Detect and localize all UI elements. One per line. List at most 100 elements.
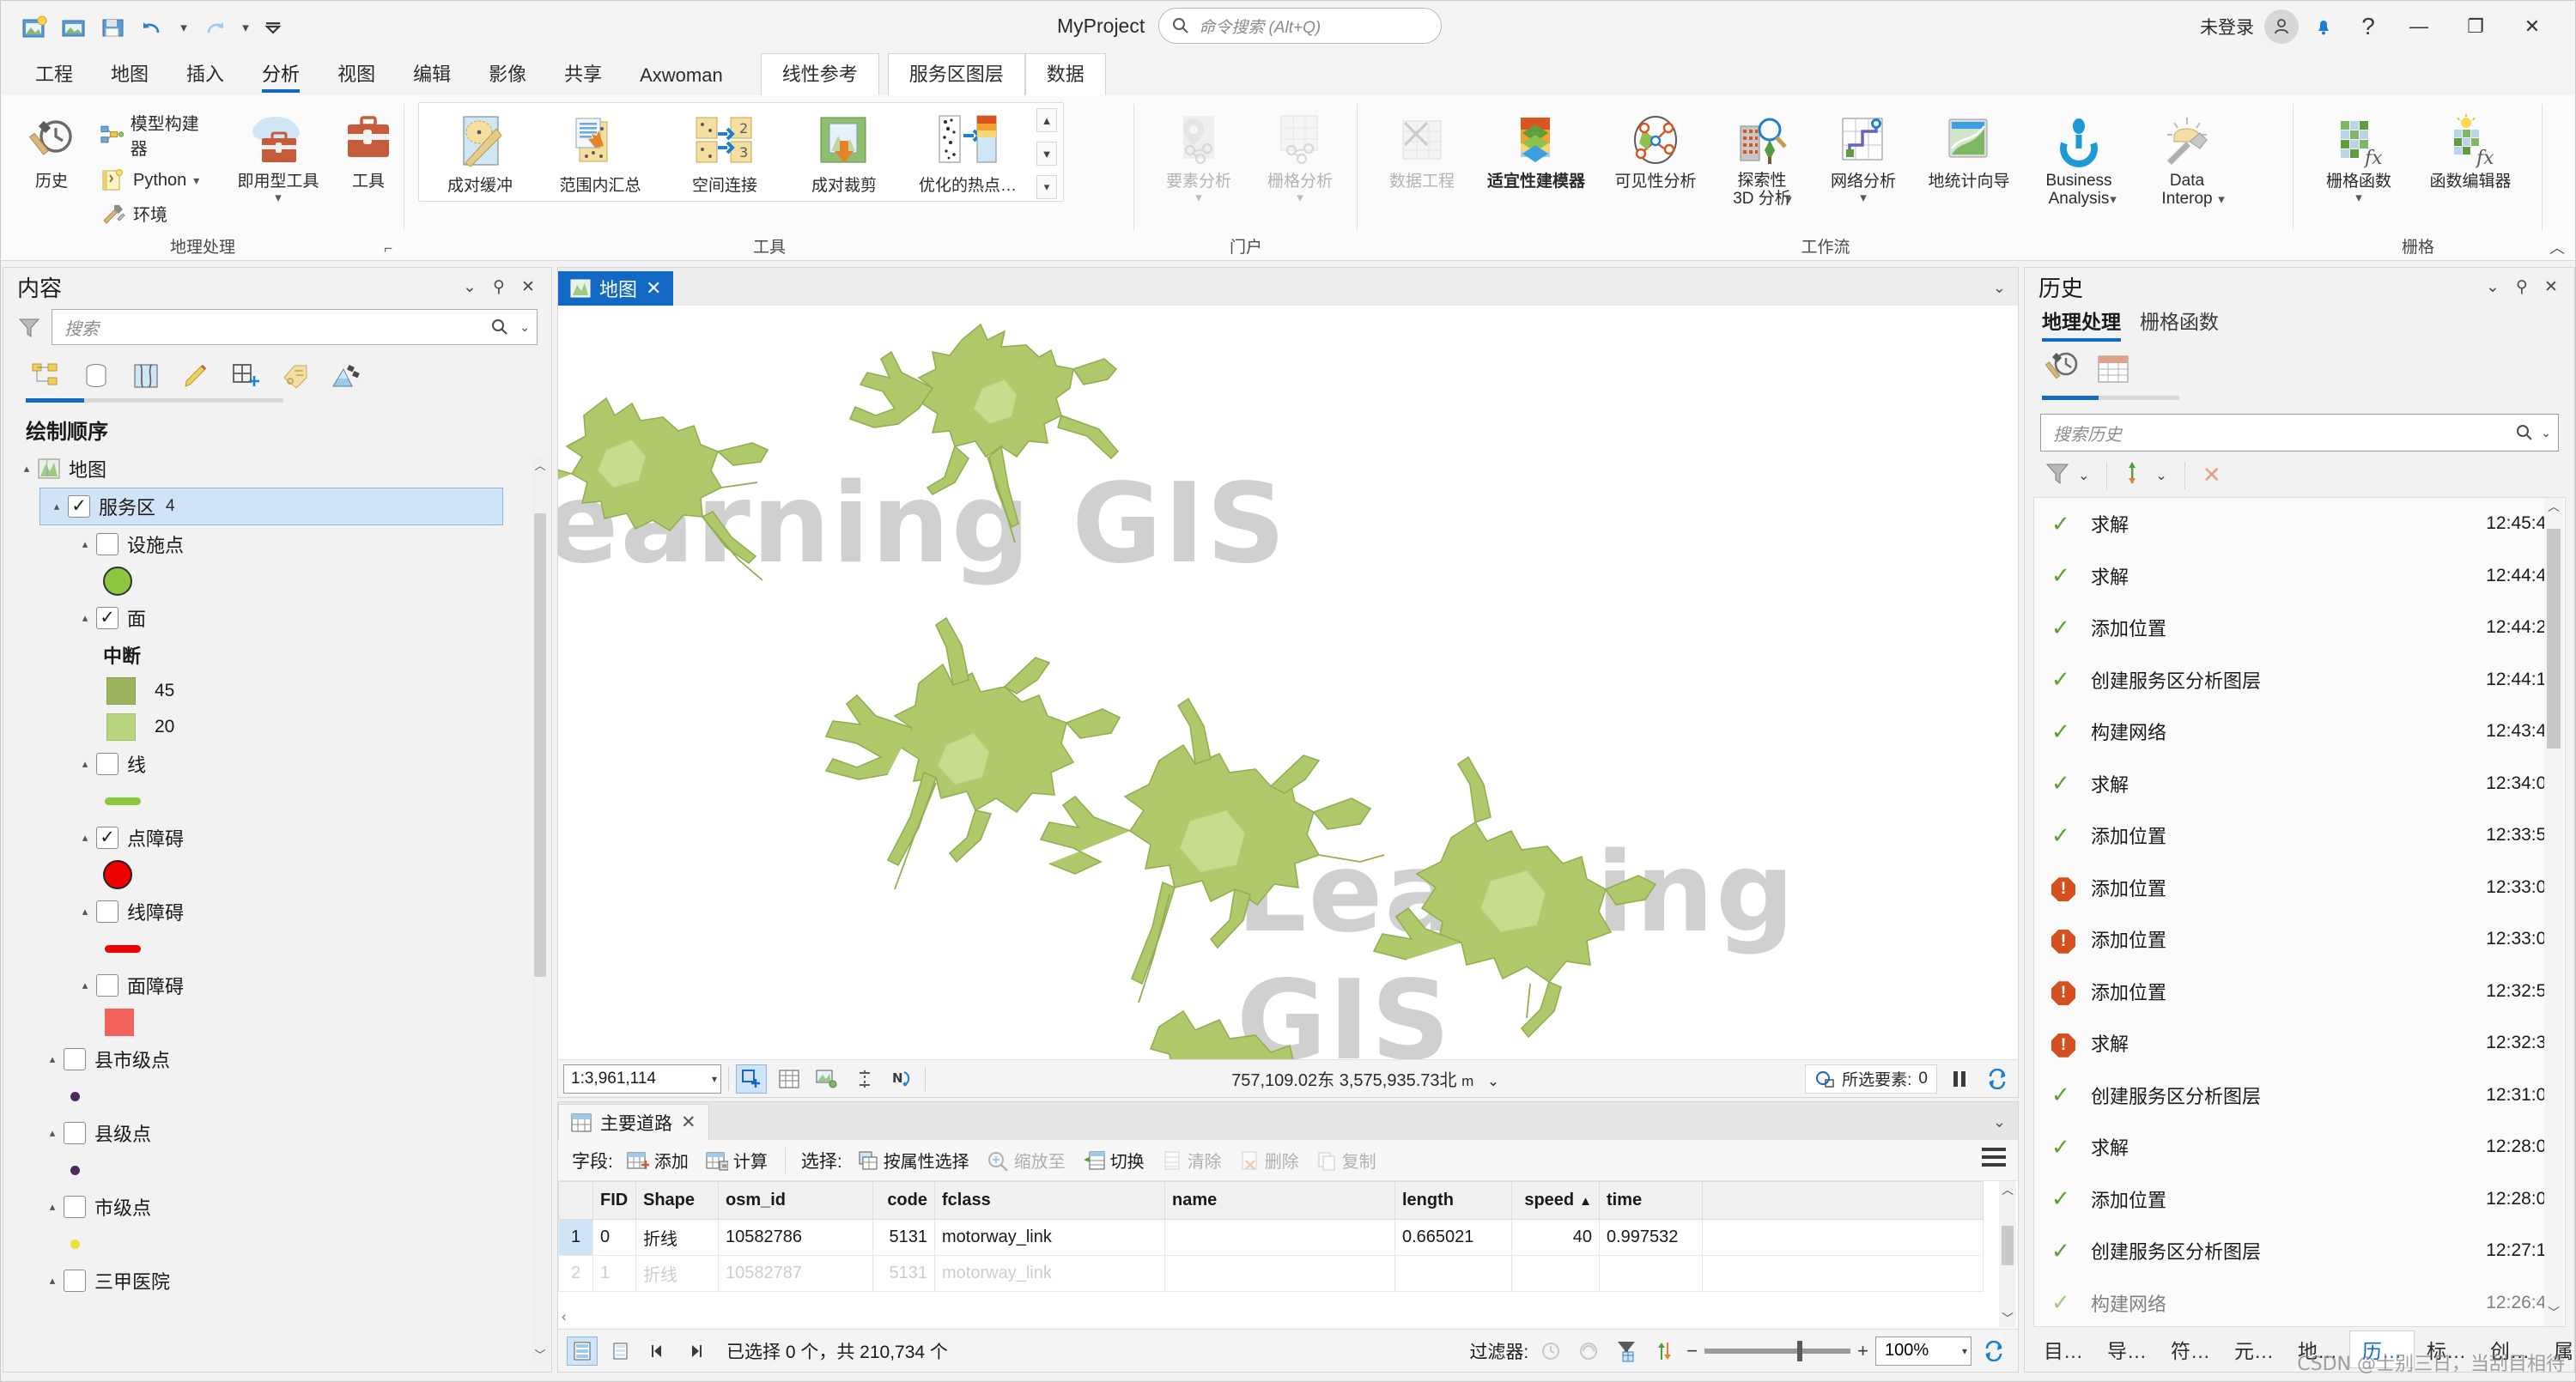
close-button[interactable]: ✕ [2506,6,2558,47]
toc-item-lines[interactable]: ▴ 线 [10,745,551,783]
zoom-level-dropdown-icon[interactable]: ▾ [1962,1345,1967,1357]
history-item[interactable]: ! 添加位置 12:33:08 [2034,862,2565,914]
toc-item-point-barriers[interactable]: ▴ ✓ 点障碍 [10,819,551,857]
zoom-to-selection-button[interactable]: 缩放至 [980,1145,1072,1175]
python-button[interactable]: Python ▾ [94,166,214,195]
gallery-expand-icon[interactable]: ▾ [1036,175,1057,199]
dock-tab-catalog[interactable]: 目… [2032,1331,2095,1367]
history-item[interactable]: ! 求解 12:32:36 [2034,1017,2565,1070]
exploratory-3d-analysis-dropdown-icon[interactable]: ▾ [1785,193,1792,206]
dock-tab-navigation[interactable]: 导… [2095,1331,2159,1367]
history-panel-menu-icon[interactable]: ⌄ [2478,272,2507,301]
suitability-modeler-button[interactable]: 适宜性建模器 [1473,100,1600,191]
cell-fclass[interactable]: motorway_link [934,1255,1165,1292]
toc-checkbox-lines[interactable] [96,753,118,775]
expander-icon[interactable]: ▴ [74,979,96,992]
feature-analysis-button[interactable]: 要素分析 ▾ [1148,100,1249,204]
clear-selection-button[interactable]: 清除 [1155,1145,1229,1175]
column-header-speed[interactable]: speed ▲ [1511,1181,1600,1220]
toc-item-county-city-points[interactable]: ▴ 县市级点 [10,1040,551,1078]
attribute-table-menu-icon[interactable] [1982,1148,2006,1171]
map-scale-dropdown-icon[interactable]: ▾ [712,1073,717,1085]
toc-item-city-points[interactable]: ▴ 市级点 [10,1188,551,1226]
ready-to-use-tools-dropdown-icon[interactable]: ▾ [275,191,282,204]
column-header-length[interactable]: length [1394,1181,1512,1220]
cell-osmid[interactable]: 10582786 [718,1219,873,1256]
business-analysis-button[interactable]: Business Analysis ▾ [2024,100,2134,208]
switch-selection-button[interactable]: 切换 [1076,1145,1151,1175]
environments-button[interactable]: 环境 [94,198,214,228]
toc-item-line-barriers[interactable]: ▴ 线障碍 [10,893,551,930]
feature-analysis-dropdown-icon[interactable]: ▾ [1195,191,1202,204]
attribute-table-tab-close-icon[interactable]: ✕ [681,1112,696,1133]
cell-length[interactable] [1394,1255,1512,1292]
data-interop-button[interactable]: Data Interop ▾ [2134,100,2240,208]
list-by-labeling-icon[interactable] [276,357,314,395]
history-item[interactable]: ✓ 求解 12:45:40 [2034,498,2565,550]
toc-checkbox-service-area[interactable]: ✓ [68,495,90,518]
list-by-drawing-order-icon[interactable] [27,357,65,395]
expander-icon[interactable]: ▴ [41,1274,64,1288]
raster-functions-button[interactable]: fx 栅格函数 ▾ [2307,100,2410,204]
cell-fid[interactable]: 0 [592,1219,636,1256]
pairwise-buffer-button[interactable]: 成对缓冲 [424,105,536,196]
model-builder-button[interactable]: 模型构建器 [94,107,214,162]
column-header-name[interactable]: name [1164,1181,1395,1220]
tab-raster-functions[interactable]: 栅格函数 [2140,306,2219,342]
filter-icon[interactable] [2045,461,2069,489]
grid-scroll-thumb[interactable] [2002,1226,2014,1265]
toc-item-polygon-barriers[interactable]: ▴ 面障碍 [10,967,551,1004]
clear-icon[interactable]: ✕ [2202,462,2221,488]
filter-selection-icon[interactable] [1611,1337,1642,1366]
cell-speed[interactable]: 40 [1511,1219,1600,1256]
attribute-table-tab[interactable]: 主要道路 ✕ [558,1104,709,1140]
next-record-icon[interactable] [680,1337,711,1366]
history-scroll-down-icon[interactable]: ﹀ [2544,1304,2563,1326]
refresh-table-icon[interactable] [1978,1337,2009,1366]
history-scroll-thumb[interactable] [2547,529,2561,749]
toc-item-hospitals[interactable]: ▴ 三甲医院 [10,1262,551,1300]
cell-length[interactable]: 0.665021 [1394,1219,1512,1256]
cell-time[interactable] [1599,1255,1703,1292]
dock-tab-metadata[interactable]: 元… [2222,1331,2286,1367]
column-header-fclass[interactable]: fclass [934,1181,1165,1220]
history-search-input[interactable]: 搜索历史 ⌄ [2040,414,2559,452]
list-by-diagram-icon[interactable] [326,357,364,395]
zoom-slider-knob[interactable] [1797,1340,1803,1361]
toc-checkbox-polygons[interactable]: ✓ [96,607,118,629]
column-header-time[interactable]: time [1599,1181,1703,1220]
column-header-shape[interactable]: Shape [635,1181,719,1220]
grid-horizontal-scroll-left-icon[interactable]: ‹ [562,1308,567,1325]
pause-drawing-icon[interactable] [1944,1064,1975,1094]
filter-time-icon[interactable] [1535,1337,1566,1366]
tool-history-icon[interactable] [2044,350,2081,391]
copy-selection-button[interactable]: 复制 [1309,1145,1383,1175]
tools-gallery-scroller[interactable]: ▲ ▼ ▾ [1036,105,1058,199]
north-arrow-icon[interactable]: N [887,1064,918,1094]
history-item[interactable]: ✓ 构建网络 12:26:44 [2034,1277,2565,1327]
expander-icon[interactable]: ▴ [41,1200,64,1214]
undo-dropdown-icon[interactable]: ▾ [174,9,193,45]
scroll-down-icon[interactable]: ﹀ [532,1346,548,1365]
redo-dropdown-icon[interactable]: ▾ [236,9,255,45]
basemap-icon[interactable] [811,1064,842,1094]
history-scroll-up-icon[interactable]: ︿ [2544,498,2563,520]
table-view-icon[interactable] [567,1336,598,1366]
scheduled-history-icon[interactable] [2097,352,2129,389]
new-project-icon[interactable] [16,9,52,45]
ribbon-tab-insert[interactable]: 插入 [167,56,243,95]
customize-qat-icon[interactable] [258,9,288,45]
ribbon-tab-edit[interactable]: 编辑 [394,56,470,95]
zoom-level-combo[interactable]: 100% ▾ [1875,1336,1971,1366]
history-panel-close-icon[interactable]: ✕ [2537,272,2566,301]
toc-checkbox-polygon-barriers[interactable] [96,974,118,997]
ribbon-tab-imagery[interactable]: 影像 [470,56,545,95]
history-button[interactable]: 历史 [11,100,92,191]
python-dropdown-icon[interactable]: ▾ [193,173,199,188]
contents-search-dropdown-icon[interactable]: ⌄ [519,320,530,335]
history-item[interactable]: ! 添加位置 12:32:53 [2034,966,2565,1018]
ribbon-tab-analysis[interactable]: 分析 [243,56,319,95]
cell-fclass[interactable]: motorway_link [934,1219,1165,1256]
table-row[interactable]: 1 0 折线 10582786 5131 motorway_link 0.665… [558,1219,1984,1256]
history-item[interactable]: ✓ 求解 12:28:08 [2034,1121,2565,1173]
